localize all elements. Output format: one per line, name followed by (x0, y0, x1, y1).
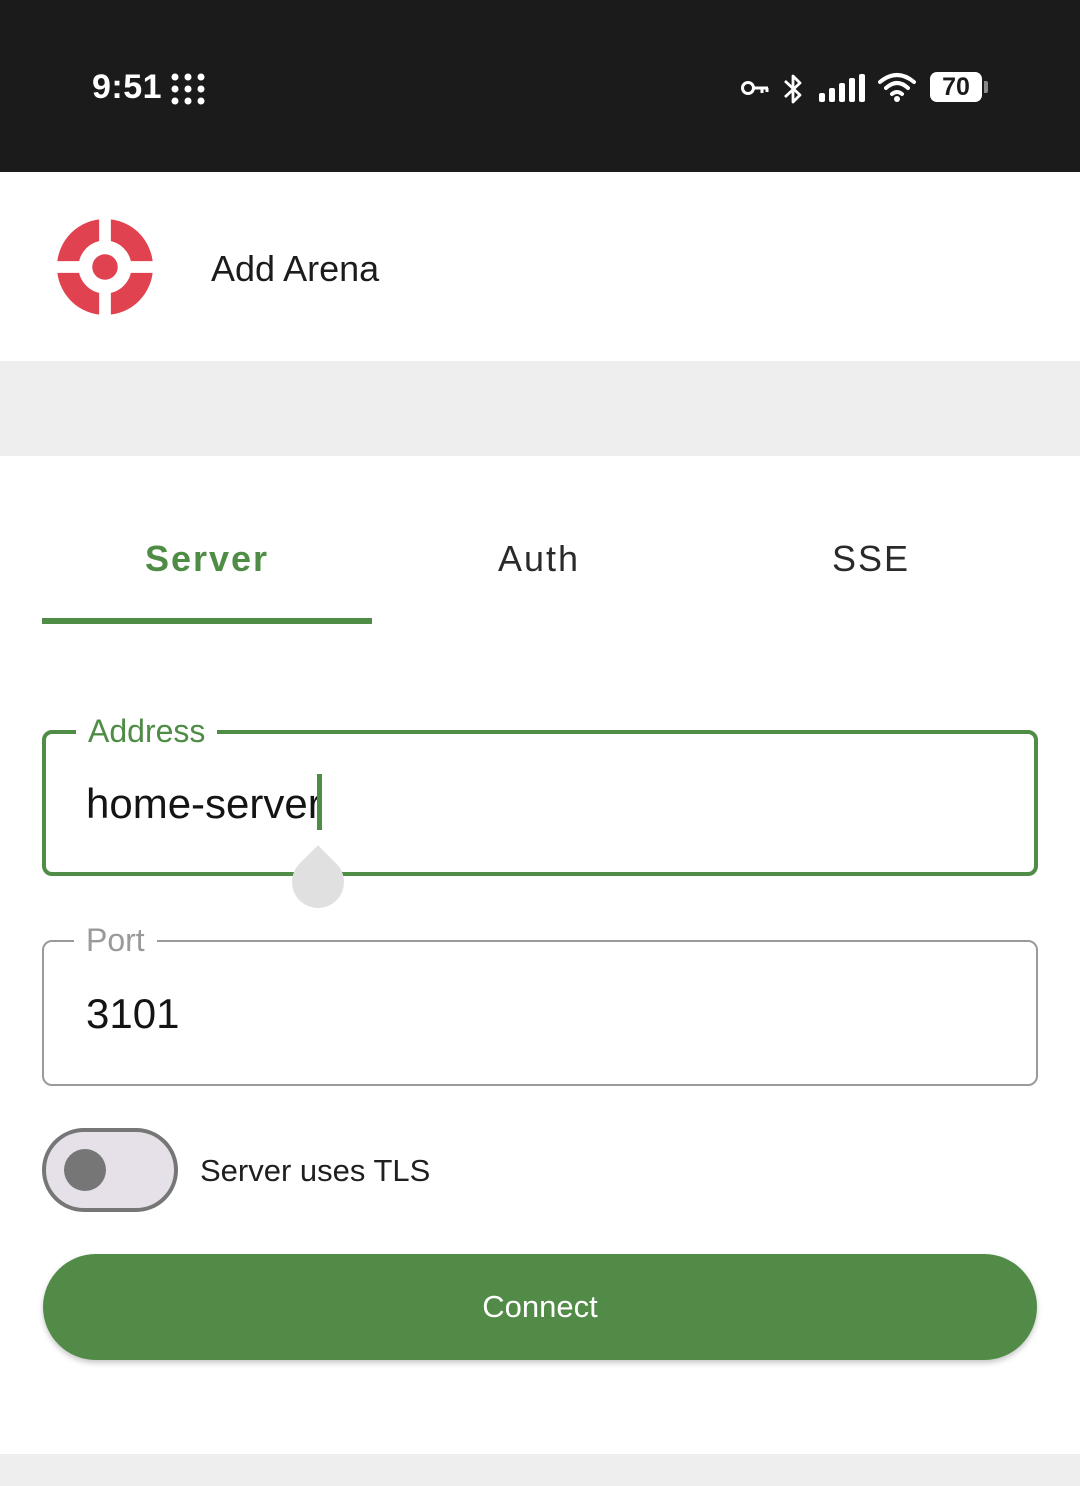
port-input[interactable]: 3101 (86, 990, 886, 1038)
text-cursor (317, 774, 322, 830)
battery-icon: 70 (930, 72, 982, 102)
connect-button[interactable]: Connect (43, 1254, 1037, 1360)
app-header: Add Arena (0, 172, 1080, 361)
toggle-knob (64, 1149, 106, 1191)
divider-band (0, 361, 1080, 456)
address-input[interactable]: home-server (86, 780, 886, 828)
status-time: 9:51 (92, 68, 163, 106)
page-title: Add Arena (211, 248, 380, 289)
address-label: Address (76, 711, 218, 751)
dots-grid-icon (171, 73, 205, 105)
port-field[interactable]: Port 3101 (42, 920, 1038, 1086)
port-label: Port (74, 920, 157, 960)
bluetooth-icon (784, 74, 802, 104)
tls-toggle-label: Server uses TLS (200, 1153, 431, 1188)
target-logo-icon (56, 218, 154, 316)
tls-toggle[interactable] (42, 1128, 178, 1212)
vpn-key-icon (741, 81, 769, 95)
bottom-band (0, 1454, 1080, 1486)
wifi-icon (878, 73, 916, 102)
active-tab-indicator (42, 618, 372, 624)
tab-sse[interactable]: SSE (706, 538, 1036, 580)
tab-server[interactable]: Server (42, 538, 372, 580)
cellular-signal-icon (819, 74, 865, 102)
address-field[interactable]: Address home-server (42, 711, 1038, 876)
battery-nub (984, 81, 988, 93)
status-bar: 9:51 70 (0, 0, 1080, 172)
tab-auth[interactable]: Auth (374, 538, 704, 580)
